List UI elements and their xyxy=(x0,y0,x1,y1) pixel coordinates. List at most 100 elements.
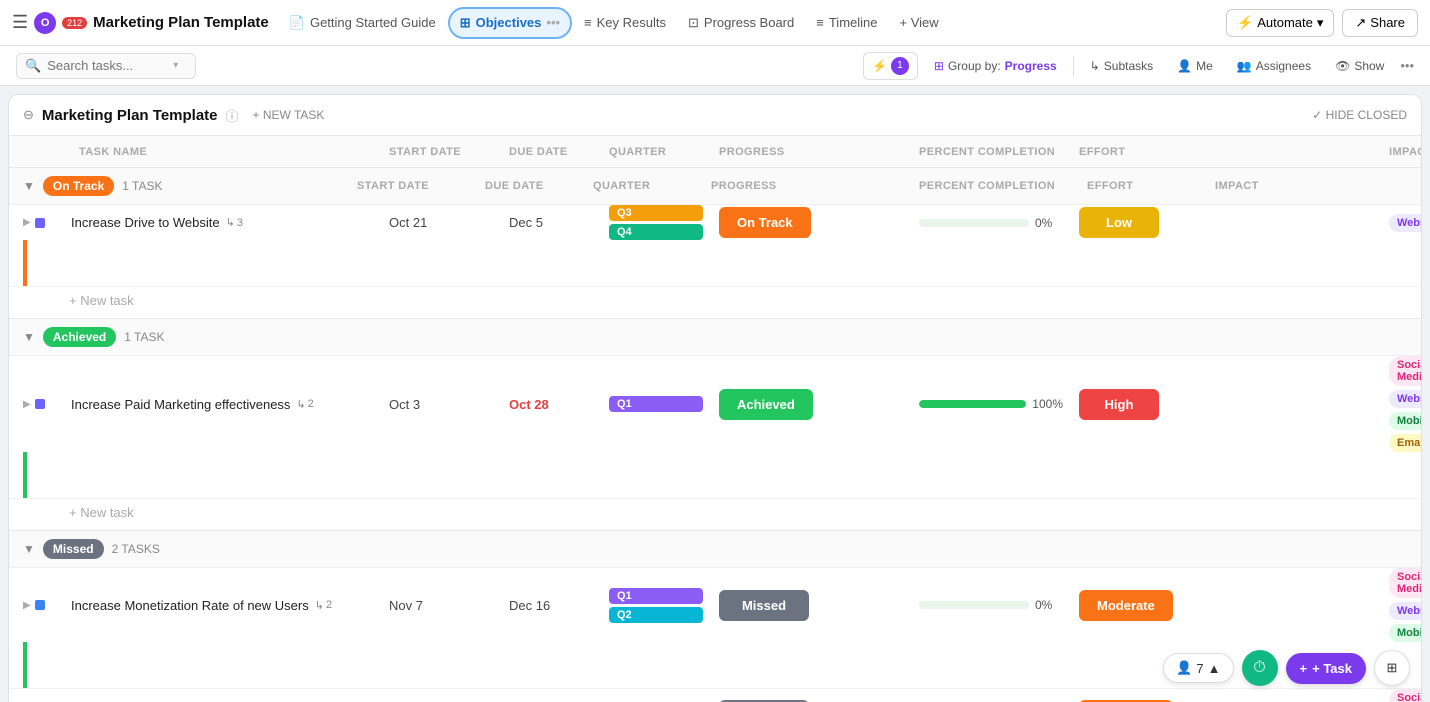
col-h-pct-ontrack: PERCENT COMPLETION xyxy=(911,180,1071,192)
task-name-1[interactable]: Increase Drive to Website ↳ 3 xyxy=(71,215,381,230)
pct-text-3: 0% xyxy=(1035,598,1063,612)
quarter-badge-q1: Q1 xyxy=(609,588,703,604)
chevron-down-icon: ▾ xyxy=(1317,15,1324,31)
expand-arrow-icon: ▶ xyxy=(23,399,31,410)
subtask-icon: ↳ xyxy=(296,398,305,411)
task-effort-3: Moderate xyxy=(1071,590,1381,621)
group-chevron-missed[interactable]: ▼ xyxy=(23,542,35,556)
task-impact-3: Social Media Website Mobile xyxy=(1381,568,1421,642)
group-chevron-achieved[interactable]: ▼ xyxy=(23,330,35,344)
subtask-count-3: ↳ 2 xyxy=(315,599,332,612)
filter-badge: 1 xyxy=(891,57,909,75)
more-icon: ••• xyxy=(546,15,560,30)
tab-key-results[interactable]: ≡ Key Results xyxy=(574,9,676,36)
hamburger-icon[interactable]: ☰ xyxy=(12,12,28,33)
subtasks-icon: ↳ xyxy=(1090,59,1100,73)
task-progress-3: Missed xyxy=(711,590,911,621)
task-progress-1: On Track xyxy=(711,207,911,238)
people-icon: 👤 xyxy=(1176,660,1192,676)
task-color-dot xyxy=(35,218,45,228)
list-title: Marketing Plan Template xyxy=(42,107,218,124)
timer-button[interactable]: ⏱ xyxy=(1242,650,1278,686)
quarter-badge-q1: Q1 xyxy=(609,396,703,412)
assignees-icon: 👥 xyxy=(1237,59,1252,73)
content-wrapper: ⊖ Marketing Plan Template ⓘ + NEW TASK ✓… xyxy=(8,94,1422,702)
task-pct-1: 0% xyxy=(911,216,1071,230)
add-task-button[interactable]: + + Task xyxy=(1286,653,1366,684)
subtask-count-1: ↳ 3 xyxy=(226,216,243,229)
search-input[interactable] xyxy=(47,58,167,73)
quarter-badge-q4: Q4 xyxy=(609,224,703,240)
nav-badge: 212 xyxy=(62,17,87,29)
group-chevron-ontrack[interactable]: ▼ xyxy=(23,179,35,193)
nav-right-actions: ⚡ Automate ▾ ↗ Share xyxy=(1226,9,1418,37)
impact-tag-social: Social Media xyxy=(1389,356,1422,386)
show-button[interactable]: 👁 Show xyxy=(1327,55,1392,77)
tab-add-view[interactable]: + View xyxy=(890,9,949,36)
chevron-down-icon[interactable]: ▾ xyxy=(173,60,178,71)
table-row: ▶ Increase Paid Marketing effectiveness … xyxy=(9,356,1421,499)
search-box[interactable]: 🔍 ▾ xyxy=(16,53,196,79)
quarter-badge-q2: Q2 xyxy=(609,607,703,623)
new-task-achieved[interactable]: + New task xyxy=(9,499,1421,530)
col-due-date: DUE DATE xyxy=(501,146,601,158)
task-name-2[interactable]: Increase Paid Marketing effectiveness ↳ … xyxy=(71,397,381,412)
accent-bar-2 xyxy=(23,452,27,498)
list-icon: ≡ xyxy=(584,15,592,30)
doc-icon: 📄 xyxy=(289,15,305,31)
task-name-3[interactable]: Increase Monetization Rate of new Users … xyxy=(71,598,381,613)
col-h-impact-ontrack: IMPACT xyxy=(1207,180,1407,192)
task-impact-4: Social Media Website xyxy=(1381,689,1421,702)
group-by-button[interactable]: ⊞ Group by: Progress xyxy=(926,55,1065,77)
app-logo: O xyxy=(34,12,56,34)
progress-bar-bg xyxy=(919,219,1029,227)
list-info-icon[interactable]: ⓘ xyxy=(226,106,239,125)
tab-getting-started[interactable]: 📄 Getting Started Guide xyxy=(279,9,446,37)
group-count-achieved: 1 TASK xyxy=(124,330,164,344)
assignees-button[interactable]: 👥 Assignees xyxy=(1229,55,1319,77)
app-title: Marketing Plan Template xyxy=(93,14,269,31)
plus-icon: + xyxy=(1300,661,1308,676)
expand-arrow-icon: ▶ xyxy=(23,600,31,611)
progress-bar-fill xyxy=(919,400,1026,408)
tab-timeline[interactable]: ≡ Timeline xyxy=(806,9,887,36)
share-button[interactable]: ↗ Share xyxy=(1342,9,1418,37)
subtasks-button[interactable]: ↳ Subtasks xyxy=(1082,55,1161,77)
task-effort-2: High xyxy=(1071,389,1381,420)
new-task-ontrack[interactable]: + New task xyxy=(9,287,1421,318)
board-icon: ⊡ xyxy=(688,15,699,31)
toolbar-right: ⚡ 1 ⊞ Group by: Progress ↳ Subtasks 👤 Me… xyxy=(863,52,1414,80)
filter-button[interactable]: ⚡ 1 xyxy=(863,52,918,80)
more-options-button[interactable]: ••• xyxy=(1400,58,1414,73)
group-icon: ⊞ xyxy=(934,59,944,73)
main-content: ⊖ Marketing Plan Template ⓘ + NEW TASK ✓… xyxy=(0,86,1430,702)
impact-tag-mobile: Mobile xyxy=(1389,624,1422,642)
task-expand-2[interactable]: ▶ xyxy=(23,399,71,410)
list-collapse-icon[interactable]: ⊖ xyxy=(23,107,34,123)
task-quarter-1: Q3 Q4 xyxy=(601,205,711,240)
grid-view-button[interactable]: ⊞ xyxy=(1374,650,1410,686)
col-h-effort-ontrack: EFFORT xyxy=(1079,180,1199,192)
task-expand-3[interactable]: ▶ xyxy=(23,600,71,611)
impact-tag-mobile: Mobile xyxy=(1389,412,1422,430)
effort-badge-moderate: Moderate xyxy=(1079,590,1173,621)
task-count-button[interactable]: 👤 7 ▲ xyxy=(1163,653,1233,683)
impact-tag-website: Website xyxy=(1389,602,1422,620)
task-expand-1[interactable]: ▶ xyxy=(23,217,71,228)
impact-tag-social: Social Media xyxy=(1389,568,1422,598)
chevron-up-icon: ▲ xyxy=(1208,661,1221,676)
task-start-date-2: Oct 3 xyxy=(381,397,501,412)
hide-closed-button[interactable]: ✓ HIDE CLOSED xyxy=(1312,108,1407,122)
automate-button[interactable]: ⚡ Automate ▾ xyxy=(1226,9,1334,37)
me-button[interactable]: 👤 Me xyxy=(1169,55,1221,77)
column-headers: TASK NAME START DATE DUE DATE QUARTER PR… xyxy=(9,136,1421,168)
tab-objectives[interactable]: ⊞ Objectives ••• xyxy=(448,7,572,39)
col-h-startdate-ontrack: START DATE xyxy=(349,180,469,192)
new-task-button[interactable]: + NEW TASK xyxy=(247,105,331,125)
tab-progress-board[interactable]: ⊡ Progress Board xyxy=(678,9,804,37)
impact-tag-email: Email xyxy=(1389,434,1422,452)
group-ontrack: ▼ On Track 1 TASK START DATE DUE DATE QU… xyxy=(9,168,1421,319)
share-icon: ↗ xyxy=(1355,15,1366,31)
progress-bar-bg xyxy=(919,601,1029,609)
col-quarter: QUARTER xyxy=(601,146,711,158)
